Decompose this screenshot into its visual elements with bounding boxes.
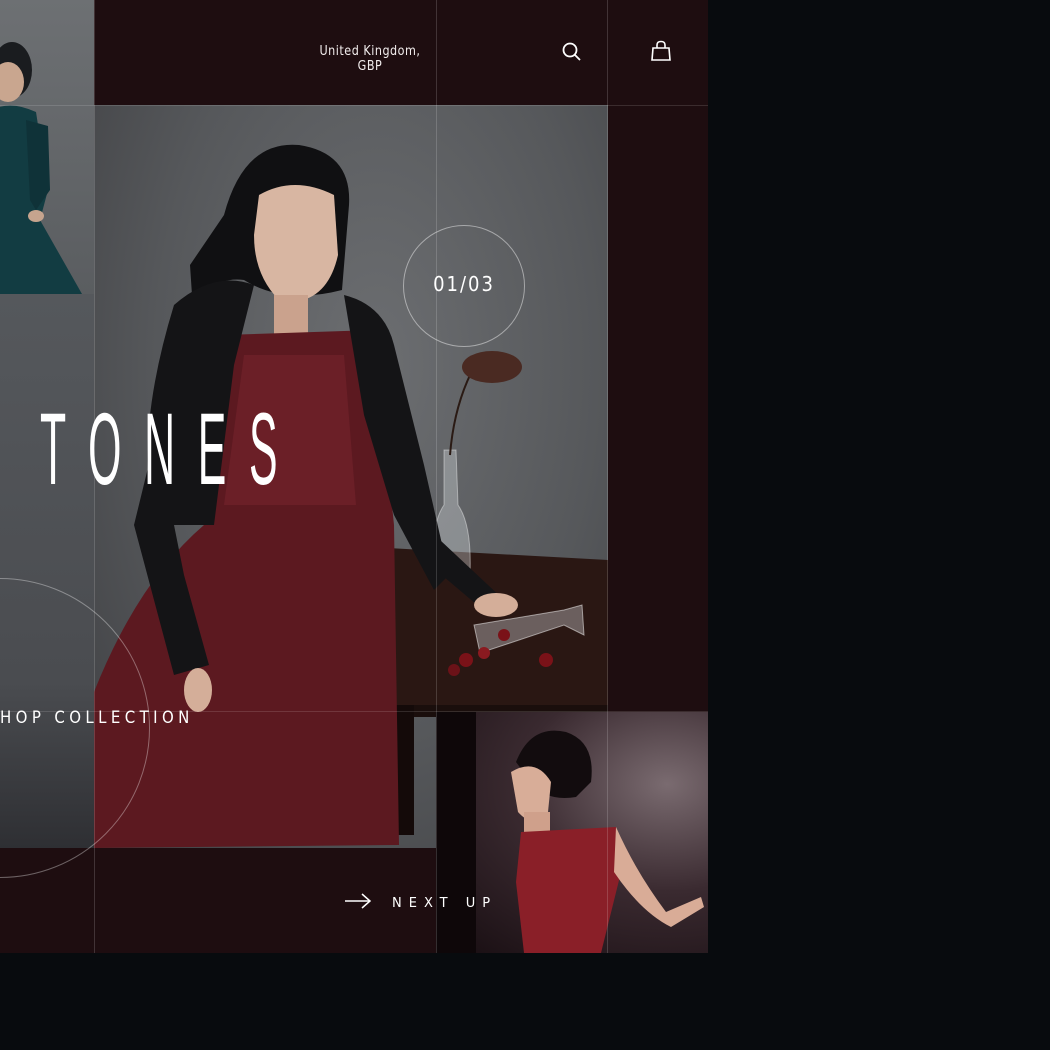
next-slide-preview-photo[interactable] bbox=[436, 712, 708, 953]
grid-line bbox=[0, 105, 708, 106]
arrow-right-icon bbox=[344, 891, 372, 916]
locale-selector[interactable]: United Kingdom, GBP bbox=[308, 44, 432, 74]
collection-page: United Kingdom, GBP 01/03 TONES HOP COLL… bbox=[0, 0, 708, 953]
grid-line bbox=[607, 0, 608, 953]
collection-headline: TONES bbox=[40, 392, 301, 506]
shop-collection-link[interactable]: HOP COLLECTION bbox=[0, 708, 194, 728]
next-up-label: NEXT UP bbox=[392, 895, 498, 911]
slide-counter: 01/03 bbox=[433, 272, 495, 296]
thumbnail-photo-green-dress[interactable] bbox=[0, 0, 94, 294]
next-up-link[interactable]: NEXT UP bbox=[344, 890, 497, 916]
search-icon[interactable] bbox=[560, 40, 584, 64]
shopping-bag-icon[interactable] bbox=[649, 39, 673, 63]
grid-line bbox=[436, 0, 437, 953]
